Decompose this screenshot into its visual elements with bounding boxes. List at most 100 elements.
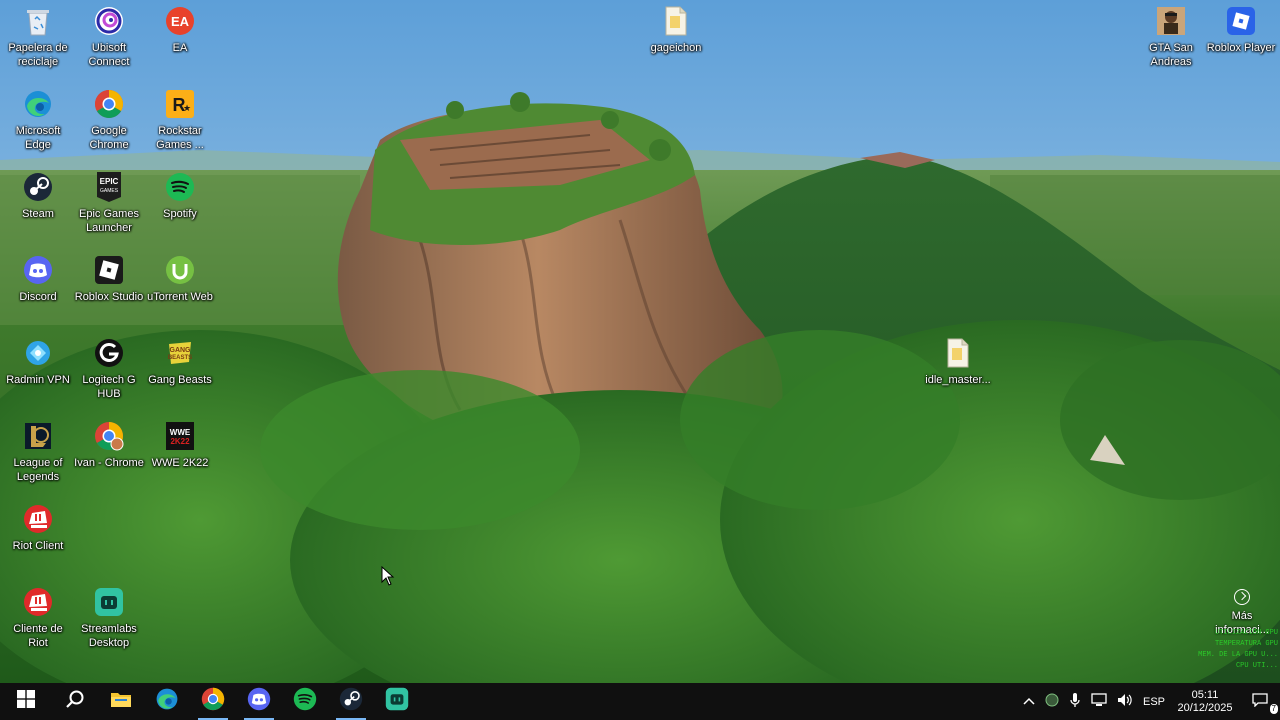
volume-button[interactable] — [1112, 683, 1138, 720]
svg-text:★: ★ — [183, 103, 191, 113]
notification-icon — [1252, 693, 1268, 710]
desktop-icon-label: Cliente de Riot — [13, 623, 63, 649]
desktop-icon-label: Roblox Studio — [74, 291, 144, 303]
search-button[interactable] — [52, 683, 98, 720]
desktop-icon-epic-games[interactable]: EPIC GAMES Epic Games Launcher — [74, 169, 144, 245]
ubisoft-icon — [93, 5, 125, 37]
desktop-icon-cliente-de-riot[interactable]: Cliente de Riot — [3, 584, 73, 660]
riot-client-icon — [22, 586, 54, 618]
file-icon — [660, 5, 692, 37]
desktop-icon-google-chrome[interactable]: Google Chrome — [74, 86, 144, 162]
spotify-icon — [164, 171, 196, 203]
desktop-icon-wwe-2k22[interactable]: WWE 2K22 WWE 2K22 — [145, 418, 215, 494]
desktop-icon-league-of-legends[interactable]: League of Legends — [3, 418, 73, 494]
desktop-icon-ivan-chrome[interactable]: Ivan - Chrome — [74, 418, 144, 494]
desktop-icon-riot-client[interactable]: Riot Client — [3, 501, 73, 577]
spotify-taskbar-button[interactable] — [282, 683, 328, 720]
overlay-stat-gpu-mem: MEM. DE LA GPU U... — [1198, 651, 1278, 659]
edge-taskbar-button[interactable] — [144, 683, 190, 720]
desktop-icon-label: EA — [172, 42, 188, 54]
desktop-icon-recycle-bin[interactable]: Papelera de reciclaje — [3, 3, 73, 79]
desktop-icon-utorrent-web[interactable]: uTorrent Web — [145, 252, 215, 328]
svg-text:GAMES: GAMES — [100, 188, 119, 194]
chrome-taskbar-button[interactable] — [190, 683, 236, 720]
desktop-icon-label: Spotify — [163, 208, 197, 220]
roblox-player-icon — [1225, 5, 1257, 37]
desktop-icon-label: League of Legends — [13, 457, 63, 483]
file-icon — [942, 337, 974, 369]
streamlabs-taskbar-button[interactable] — [374, 683, 420, 720]
desktop-icon-gta-san-andreas[interactable]: GTA San Andreas — [1136, 3, 1206, 79]
svg-text:BEASTS: BEASTS — [168, 355, 192, 361]
desktop-icon-spotify[interactable]: Spotify — [145, 169, 215, 245]
show-hidden-icons-button[interactable] — [1018, 683, 1040, 720]
desktop-icon-label: Discord — [19, 291, 57, 303]
desktop-icon-label: Rockstar Games ... — [156, 125, 204, 151]
gta-san-andreas-icon — [1155, 5, 1187, 37]
desktop-icon-streamlabs[interactable]: Streamlabs Desktop — [74, 584, 144, 660]
desktop-icon-label: Ubisoft Connect — [88, 42, 130, 68]
desktop-icon-gageichon[interactable]: gageichon — [641, 3, 711, 79]
discord-icon — [22, 254, 54, 286]
tray-app-icon[interactable] — [1040, 683, 1064, 720]
external-link-icon — [1234, 589, 1250, 605]
desktop-icon-discord[interactable]: Discord — [3, 252, 73, 328]
desktop-icon-steam[interactable]: Steam — [3, 169, 73, 245]
desktop-icon-label: gageichon — [650, 42, 702, 54]
desktop-icon-label: Radmin VPN — [6, 374, 70, 386]
desktop-icon-ubisoft-connect[interactable]: Ubisoft Connect — [74, 3, 144, 79]
desktop-icon-label: Logitech G HUB — [82, 374, 136, 400]
streamlabs-icon — [385, 687, 409, 716]
clock[interactable]: 05:11 20/12/2025 — [1170, 683, 1240, 720]
desktop-icon-ea[interactable]: EA EA — [145, 3, 215, 79]
desktop-icon-label: Papelera de reciclaje — [8, 42, 68, 68]
discord-icon — [247, 687, 271, 716]
start-button[interactable] — [0, 683, 52, 720]
spotify-icon — [293, 687, 317, 716]
recycle-bin-icon — [22, 5, 54, 37]
league-of-legends-icon — [22, 420, 54, 452]
ea-icon: EA — [164, 5, 196, 37]
desktop-icon-label: Riot Client — [12, 540, 64, 552]
desktop-icon-label: Roblox Player — [1206, 42, 1276, 54]
desktop-icon-label: Gang Beasts — [148, 374, 212, 386]
performance-overlay: UTILIZACIÓN GPU TEMPERATURA GPU MEM. DE … — [1178, 628, 1278, 672]
search-icon — [65, 689, 85, 714]
desktop-icon-label: WWE 2K22 — [151, 457, 209, 469]
file-explorer-button[interactable] — [98, 683, 144, 720]
desktop-icon-roblox-player[interactable]: Roblox Player — [1206, 3, 1276, 79]
utorrent-icon — [164, 254, 196, 286]
overlay-stat-cpu: CPU UTI... — [1235, 662, 1278, 670]
steam-icon — [339, 687, 363, 716]
desktop-icon-label: uTorrent Web — [147, 291, 213, 303]
riot-client-icon — [22, 503, 54, 535]
wwe-2k22-icon: WWE 2K22 — [164, 420, 196, 452]
desktop-icon-gang-beasts[interactable]: GANG BEASTS Gang Beasts — [145, 335, 215, 411]
notification-count-badge: 7 — [1269, 704, 1278, 714]
language-indicator[interactable]: ESP — [1138, 683, 1170, 720]
desktop-icon-idle-master[interactable]: idle_master... — [923, 335, 993, 411]
microphone-icon — [1069, 692, 1081, 711]
clock-date: 20/12/2025 — [1177, 701, 1233, 714]
chrome-icon — [93, 88, 125, 120]
desktop-icon-microsoft-edge[interactable]: Microsoft Edge — [3, 86, 73, 162]
steam-icon — [22, 171, 54, 203]
desktop-icon-label: Google Chrome — [89, 125, 129, 151]
desktop-icon-logitech-g-hub[interactable]: Logitech G HUB — [74, 335, 144, 411]
logitech-ghub-icon — [93, 337, 125, 369]
desktop-icon-label: Streamlabs Desktop — [81, 623, 137, 649]
svg-text:2K22: 2K22 — [170, 437, 190, 446]
network-button[interactable] — [1086, 683, 1112, 720]
chrome-profile-icon — [93, 420, 125, 452]
discord-taskbar-button[interactable] — [236, 683, 282, 720]
notification-center-button[interactable]: 7 — [1240, 683, 1280, 720]
microphone-button[interactable] — [1064, 683, 1086, 720]
taskbar: ESP 05:11 20/12/2025 7 — [0, 683, 1280, 720]
steam-taskbar-button[interactable] — [328, 683, 374, 720]
svg-text:WWE: WWE — [170, 428, 191, 437]
desktop-icon-roblox-studio[interactable]: Roblox Studio — [74, 252, 144, 328]
desktop-icon-radmin-vpn[interactable]: Radmin VPN — [3, 335, 73, 411]
gang-beasts-icon: GANG BEASTS — [164, 337, 196, 369]
clock-time: 05:11 — [1191, 688, 1219, 701]
desktop-icon-rockstar[interactable]: R ★ Rockstar Games ... — [145, 86, 215, 162]
